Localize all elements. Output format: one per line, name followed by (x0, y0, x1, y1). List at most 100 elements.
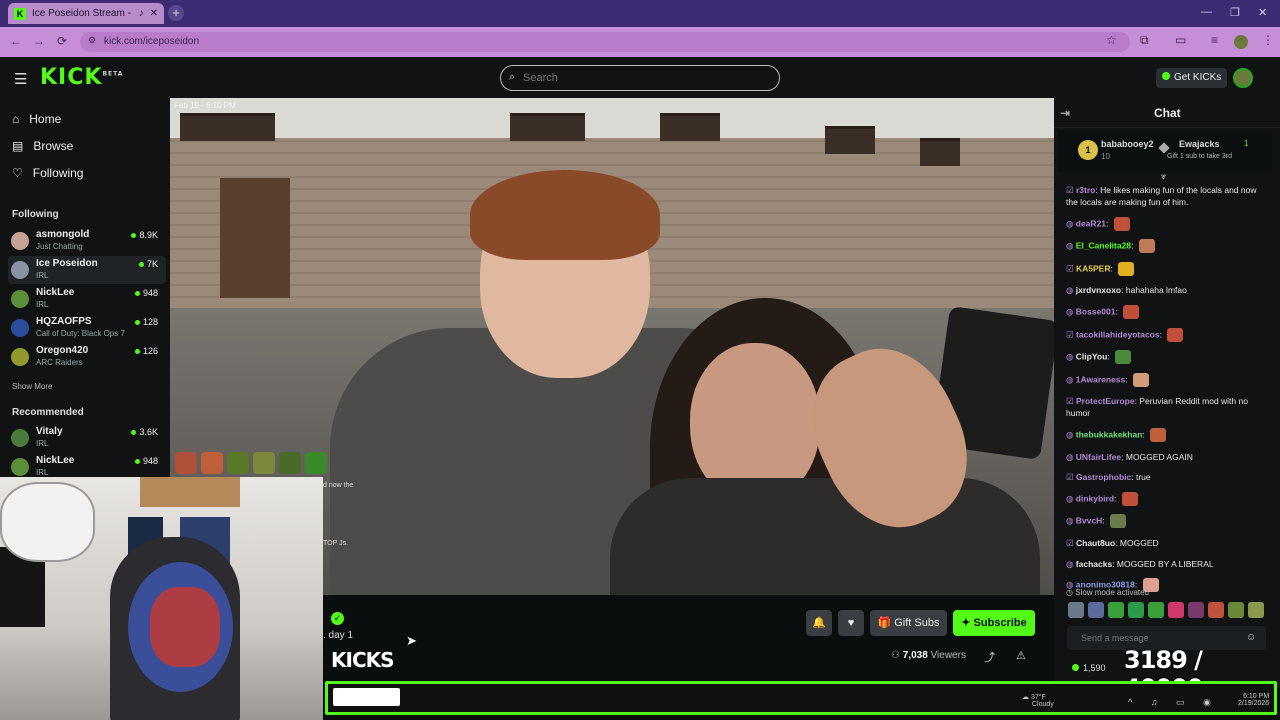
chat-username[interactable]: r3tro (1076, 185, 1095, 195)
profile-avatar[interactable] (1234, 35, 1248, 49)
chat-username[interactable]: ProtectEurope (1076, 396, 1135, 406)
gift-subs-label: Gift Subs (894, 617, 940, 629)
weather-widget[interactable]: ☁ 37°F Cloudy (1022, 693, 1054, 708)
chat-emote-icon (1115, 350, 1131, 365)
channel-item[interactable]: asmongold Just Chatting 8.9K (8, 227, 166, 255)
clock-date: 2/19/2026 (1238, 700, 1270, 707)
tab-audio-icon[interactable]: ♪ (139, 8, 144, 19)
expand-leaderboard-icon[interactable]: ⩔ (1161, 171, 1166, 182)
minimize-icon[interactable]: — (1201, 6, 1212, 18)
collapse-chat-icon[interactable]: ⇥ (1060, 106, 1070, 120)
media-control-icon[interactable]: ≡ (1211, 33, 1218, 47)
chat-title: Chat (1154, 106, 1181, 120)
channel-points[interactable]: 1,590 (1072, 663, 1106, 673)
emote-icon[interactable] (1228, 602, 1244, 618)
chat-username[interactable]: ClipYou (1076, 351, 1107, 361)
chat-message: ☑ KA5PER: (1066, 261, 1266, 276)
back-icon[interactable]: ← (10, 34, 22, 48)
chat-username[interactable]: Gastrophobic (1076, 472, 1131, 482)
avatar (11, 348, 29, 366)
sidebar-item-home[interactable]: ⌂ Home (12, 112, 61, 126)
chat-username[interactable]: Chaut8uo (1076, 538, 1115, 548)
cast-icon[interactable]: ▭ (1175, 33, 1186, 47)
following-section-title: Following (12, 209, 59, 220)
chat-emote-icon (1132, 372, 1149, 387)
avatar (11, 458, 29, 476)
chat-message: ☑ tacokillahideyotacos: (1066, 327, 1266, 342)
chat-username[interactable]: jxrdvnxoxo (1076, 285, 1121, 295)
chat-username[interactable]: El_Canelita28 (1076, 240, 1131, 250)
avatar (11, 290, 29, 308)
user-badge-icon: ☑ (1066, 396, 1076, 407)
follow-heart-button[interactable]: ♥ (838, 610, 864, 636)
search-input[interactable] (500, 65, 780, 91)
chat-username[interactable]: BvvcH (1076, 516, 1102, 526)
chat-username[interactable]: Bosse001 (1076, 306, 1116, 316)
leaderboard-count: 10 (1101, 152, 1110, 161)
chat-username[interactable]: 1Awareness (1076, 374, 1125, 384)
channel-item[interactable]: Oregon420 ARC Raiders 126 (8, 343, 166, 371)
user-badge-icon: ◍ (1066, 306, 1076, 317)
diamond-icon (1158, 142, 1170, 154)
sub-goal-progress-fill (333, 688, 400, 706)
site-info-icon[interactable]: ⚙ (88, 35, 96, 46)
channel-item[interactable]: HQZAOFPS Call of Duty: Black Ops 7 128 (8, 314, 166, 342)
emote-icon[interactable] (1168, 602, 1184, 618)
emote-icon[interactable] (1088, 602, 1104, 618)
browser-menu-icon[interactable]: ⋮ (1262, 33, 1274, 47)
gift-subs-button[interactable]: 🎁 Gift Subs (870, 610, 947, 636)
chat-username[interactable]: dinkybird (1076, 493, 1114, 503)
emoji-picker-icon[interactable]: ☺ (1246, 632, 1256, 643)
leaderboard-user[interactable]: Ewajacks (1179, 139, 1220, 149)
show-more-link[interactable]: Show More (12, 382, 52, 391)
beta-badge: BETA (102, 70, 124, 78)
webcam-hand (0, 482, 95, 562)
reload-icon[interactable]: ⟳ (57, 34, 67, 48)
emote-icon[interactable] (1068, 602, 1084, 618)
chat-username[interactable]: thebukkakekhan (1076, 429, 1143, 439)
kick-logo[interactable]: KICKBETA (40, 65, 123, 90)
emote-icon[interactable] (1208, 602, 1224, 618)
channel-item[interactable]: Vitaly IRL 3.6K (8, 424, 166, 452)
emote-icon[interactable] (1188, 602, 1204, 618)
chat-username[interactable]: UNfairLifee (1076, 452, 1121, 462)
channel-name: NickLee (36, 455, 75, 466)
emote-icon[interactable] (1248, 602, 1264, 618)
forward-icon[interactable]: → (33, 34, 45, 48)
new-tab-button[interactable]: + (168, 5, 184, 21)
user-avatar[interactable] (1233, 68, 1253, 88)
emote-icon[interactable] (1128, 602, 1144, 618)
mouse-cursor-icon: ➤ (406, 633, 417, 648)
system-tray-icons[interactable]: ^ ♫ ▭ ◉ (1128, 697, 1219, 708)
notification-bell-button[interactable]: 🔔 (806, 610, 832, 636)
leaderboard-user[interactable]: bababooey2 (1101, 139, 1154, 149)
hamburger-menu-icon[interactable]: ☰ (14, 70, 27, 88)
sidebar-item-browse[interactable]: ▤ Browse (12, 139, 73, 153)
bookmark-star-icon[interactable]: ☆ (1106, 33, 1117, 47)
taskbar-clock[interactable]: 6:10 PM 2/19/2026 (1238, 693, 1269, 707)
viewer-count: 8.9K (131, 230, 158, 240)
chat-username[interactable]: deaR21 (1076, 218, 1106, 228)
chat-username[interactable]: tacokillahideyotacos (1076, 329, 1160, 339)
report-icon[interactable]: ⚠ (1016, 649, 1026, 662)
sidebar-item-following[interactable]: ♡ Following (12, 166, 83, 180)
points-icon (1072, 664, 1079, 671)
search-icon: ⌕ (509, 71, 516, 83)
chat-username[interactable]: fachacks (1076, 559, 1112, 569)
maximize-icon[interactable]: ❐ (1230, 6, 1240, 19)
chat-username[interactable]: KA5PER (1076, 263, 1110, 273)
subscribe-button[interactable]: ✦ Subscribe (953, 610, 1035, 636)
tab-close-icon[interactable]: ✕ (150, 8, 158, 19)
url-field[interactable]: kick.com/iceposeidon (80, 32, 1130, 52)
get-kicks-button[interactable]: Get KICKs (1156, 68, 1228, 88)
emote-icon[interactable] (1148, 602, 1164, 618)
close-window-icon[interactable]: ✕ (1258, 6, 1267, 19)
browser-tab[interactable]: K Ice Poseidon Stream - Watc ♪ ✕ (8, 3, 164, 24)
chat-emote-icon (1123, 304, 1140, 319)
share-icon[interactable]: ⤴ (984, 649, 995, 665)
channel-item-active[interactable]: Ice Poseidon IRL 7K (8, 256, 166, 284)
chat-text: true (1135, 472, 1151, 483)
channel-item[interactable]: NickLee IRL 948 (8, 285, 166, 313)
extensions-icon[interactable]: ⧉ (1140, 33, 1149, 48)
emote-icon[interactable] (1108, 602, 1124, 618)
